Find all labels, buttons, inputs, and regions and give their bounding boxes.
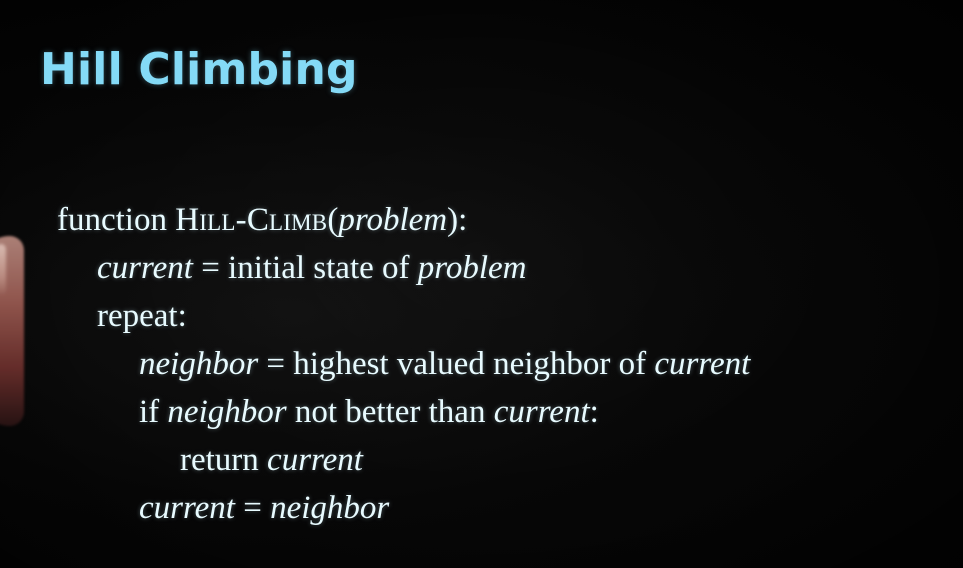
pseudocode-line-3: repeat: <box>57 292 953 340</box>
var-current-condition: current <box>493 394 590 430</box>
var-neighbor-condition: neighbor <box>167 394 287 430</box>
keyword-repeat: repeat: <box>97 298 187 334</box>
var-current-end: current <box>654 346 751 382</box>
var-neighbor-assignment: neighbor <box>270 490 390 526</box>
slide-title: Hill Climbing <box>40 44 358 95</box>
close-paren-colon: ): <box>447 202 468 238</box>
pseudocode-line-1: function Hill-Climb(problem): <box>57 196 953 244</box>
assignment-operator: = <box>234 490 271 526</box>
param-problem: problem <box>338 202 448 238</box>
keyword-function: function <box>57 202 176 238</box>
highest-valued-neighbor-text: = highest valued neighbor of <box>258 346 655 382</box>
pseudocode-block: function Hill-Climb(problem): current = … <box>57 196 953 532</box>
presenter-silhouette <box>0 236 24 426</box>
var-current-assignment: current <box>139 490 235 526</box>
keyword-if: if <box>139 394 168 430</box>
slide-screen: Hill Climbing function Hill-Climb(proble… <box>0 0 963 568</box>
open-paren: ( <box>327 202 339 238</box>
pseudocode-line-2: current = initial state of problem <box>57 244 953 292</box>
pseudocode-line-6: return current <box>57 436 953 484</box>
pseudocode-line-4: neighbor = highest valued neighbor of cu… <box>57 340 953 388</box>
var-current: current <box>97 250 193 286</box>
assignment-initial-state: = initial state of <box>192 250 418 286</box>
function-name-hill-climb: Hill-Climb <box>175 202 328 238</box>
var-neighbor: neighbor <box>139 346 259 382</box>
not-better-than-text: not better than <box>286 394 494 430</box>
var-current-return: current <box>267 442 363 478</box>
var-problem: problem <box>417 250 527 286</box>
pseudocode-line-5: if neighbor not better than current: <box>57 388 953 436</box>
keyword-return: return <box>180 442 268 478</box>
pseudocode-line-7: current = neighbor <box>57 484 953 532</box>
condition-colon: : <box>589 394 599 430</box>
